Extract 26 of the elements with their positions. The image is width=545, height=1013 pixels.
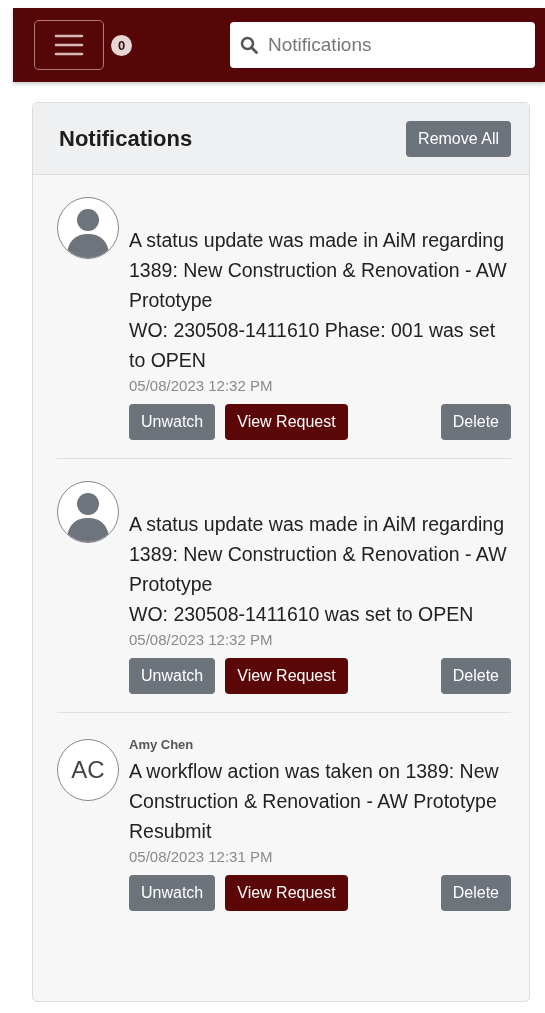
message-text: WO: 230508-1411610 Phase: 001 was set to OPEN	[129, 318, 497, 373]
remove-all-button[interactable]: Remove All	[406, 120, 511, 157]
timestamp: 05/08/2023 12:31 PM	[129, 848, 274, 865]
view-request-button[interactable]: View Request	[225, 658, 348, 694]
delete-button[interactable]: Delete	[440, 875, 511, 911]
avatar: AC	[57, 739, 119, 801]
author-name: Amy Chen	[129, 737, 195, 752]
unwatch-button[interactable]: Unwatch	[129, 875, 216, 911]
menu-button[interactable]	[34, 20, 104, 70]
delete-button[interactable]: Delete	[440, 658, 511, 694]
message-text: A status update was made in AiM regarding 1389: New Construction & Renovation - AW Prototype	[129, 228, 508, 313]
menu-icon	[54, 34, 84, 56]
view-request-button[interactable]: View Request	[225, 404, 348, 440]
message-text: Resubmit	[129, 819, 213, 844]
unwatch-button[interactable]: Unwatch	[129, 658, 216, 694]
message-text: A status update was made in AiM regarding 1389: New Construction & Renovation - AW Prototype	[129, 512, 508, 597]
panel-title: Notifications	[59, 125, 193, 152]
view-request-button[interactable]: View Request	[225, 875, 348, 911]
message-text: A workflow action was taken on 1389: New Construction & Renovation - AW Prototype	[129, 759, 500, 814]
timestamp: 05/08/2023 12:32 PM	[129, 377, 274, 394]
message-text: WO: 230508-1411610 was set to OPEN	[129, 602, 475, 627]
search-field[interactable]: Notifications	[230, 22, 535, 68]
unwatch-button[interactable]: Unwatch	[129, 404, 216, 440]
timestamp: 05/08/2023 12:32 PM	[129, 631, 274, 648]
count-badge: 0	[111, 34, 133, 56]
delete-button[interactable]: Delete	[440, 404, 511, 440]
